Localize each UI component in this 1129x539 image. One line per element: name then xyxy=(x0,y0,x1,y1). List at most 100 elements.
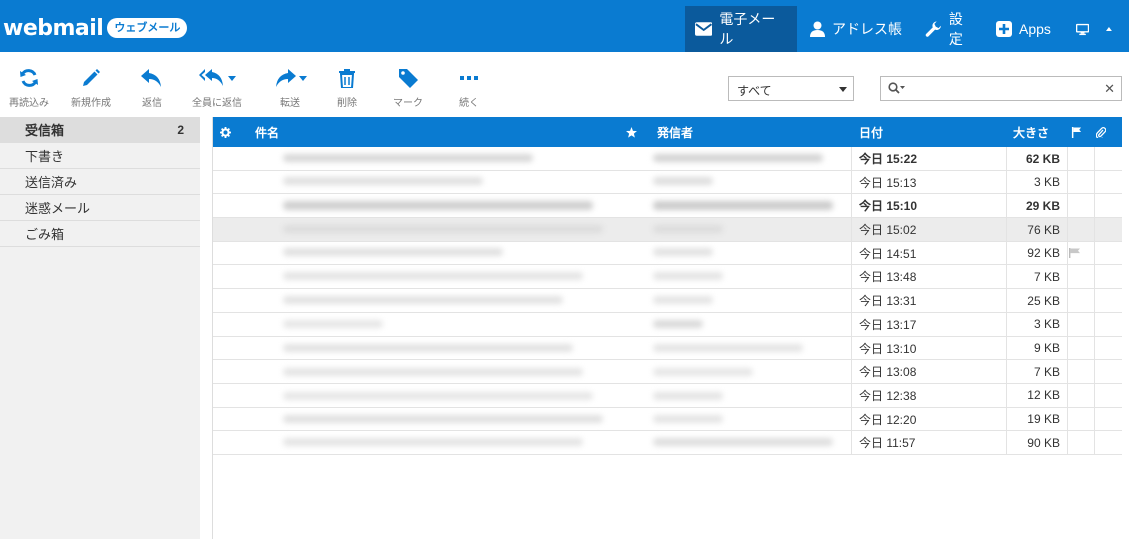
message-date: 今日 15:22 xyxy=(859,152,918,166)
message-size: 7 KB xyxy=(1033,269,1060,284)
forward-icon xyxy=(275,69,296,87)
layout-toggle[interactable] xyxy=(1066,6,1129,52)
column-divider xyxy=(1094,431,1095,455)
person-icon xyxy=(810,21,825,37)
column-divider xyxy=(1067,431,1068,455)
chevron-down-icon xyxy=(839,87,847,92)
delete-button[interactable]: 削除 xyxy=(336,67,358,111)
list-options-gear-icon[interactable] xyxy=(220,117,231,147)
caret-up-icon xyxy=(1106,27,1112,31)
column-from[interactable]: 発信者 xyxy=(657,117,693,147)
folder-inbox[interactable]: 受信箱 2 xyxy=(0,117,200,143)
ellipsis-icon xyxy=(460,76,478,80)
nav-address-book[interactable]: アドレス帳 xyxy=(800,6,912,52)
column-attachment-icon[interactable] xyxy=(1096,117,1106,147)
mark-label: マーク xyxy=(393,98,423,109)
column-divider xyxy=(851,431,852,455)
column-date[interactable]: 日付 xyxy=(859,117,883,147)
delete-label: 削除 xyxy=(337,98,357,109)
message-size: 76 KB xyxy=(1027,222,1060,237)
message-size: 62 KB xyxy=(1025,151,1060,166)
column-divider xyxy=(1067,265,1068,289)
pencil-icon xyxy=(83,69,100,86)
message-date: 今日 15:10 xyxy=(859,199,918,214)
message-date: 今日 13:17 xyxy=(859,317,917,332)
column-divider xyxy=(1006,407,1007,431)
reply-label: 返信 xyxy=(142,98,162,109)
chevron-down-icon xyxy=(227,75,236,81)
reply-all-label: 全員に返信 xyxy=(192,98,242,109)
folder-drafts[interactable]: 下書き xyxy=(0,143,200,169)
folder-label: 迷惑メール xyxy=(25,201,91,216)
message-date: 今日 12:38 xyxy=(859,388,917,403)
column-divider xyxy=(1094,383,1095,407)
column-divider xyxy=(1094,194,1095,218)
column-divider xyxy=(1094,336,1095,360)
search-input[interactable]: ✕ xyxy=(880,76,1122,101)
column-divider xyxy=(1006,147,1007,170)
flag-icon[interactable] xyxy=(1069,242,1081,265)
column-divider xyxy=(1006,289,1007,313)
plus-square-icon xyxy=(996,21,1012,37)
logo-text: webmail xyxy=(3,15,104,41)
refresh-button[interactable]: 再読込み xyxy=(9,67,49,111)
folder-trash[interactable]: ごみ箱 xyxy=(0,221,200,247)
mark-button[interactable]: マーク xyxy=(392,67,424,111)
column-divider xyxy=(1006,383,1007,407)
column-flag-icon[interactable] xyxy=(1071,117,1082,147)
folder-sent[interactable]: 送信済み xyxy=(0,169,200,195)
more-label: 続く xyxy=(459,98,479,109)
column-divider xyxy=(1006,312,1007,336)
compose-button[interactable]: 新規作成 xyxy=(69,67,113,111)
column-size[interactable]: 大きさ xyxy=(1013,117,1049,147)
app-header: webmail ウェブメール 電子メール アドレス帳 設定 Apps xyxy=(0,0,1129,52)
message-size: 92 KB xyxy=(1027,246,1060,261)
folder-junk[interactable]: 迷惑メール xyxy=(0,195,200,221)
message-size: 25 KB xyxy=(1027,293,1060,308)
more-button[interactable]: 続く xyxy=(458,67,480,111)
column-divider xyxy=(1006,265,1007,289)
tag-icon xyxy=(398,68,418,88)
column-divider xyxy=(1067,241,1068,265)
reply-all-button[interactable]: 全員に返信 xyxy=(190,67,244,111)
message-date: 今日 14:51 xyxy=(859,246,917,261)
reply-button[interactable]: 返信 xyxy=(138,67,166,111)
message-date: 今日 13:08 xyxy=(859,365,917,380)
clear-search-icon[interactable]: ✕ xyxy=(1104,81,1115,97)
column-divider xyxy=(1094,241,1095,265)
column-divider xyxy=(1067,170,1068,194)
folder-list: 受信箱 2 下書き 送信済み 迷惑メール ごみ箱 xyxy=(0,117,200,539)
filter-select[interactable]: すべて xyxy=(728,76,854,101)
nav-apps[interactable]: Apps xyxy=(986,6,1061,52)
message-date: 今日 13:48 xyxy=(859,270,917,285)
column-divider xyxy=(851,407,852,431)
column-divider xyxy=(1006,170,1007,194)
column-divider xyxy=(1094,312,1095,336)
search-icon[interactable] xyxy=(888,82,906,94)
logo[interactable]: webmail ウェブメール xyxy=(3,15,188,41)
nav-settings[interactable]: 設定 xyxy=(915,6,985,52)
folder-label: ごみ箱 xyxy=(25,227,65,242)
column-divider xyxy=(851,289,852,313)
message-date: 今日 15:02 xyxy=(859,223,917,238)
column-divider xyxy=(1094,265,1095,289)
message-list-header: 件名 発信者 日付 大きさ xyxy=(213,117,1122,147)
column-divider xyxy=(1067,218,1068,242)
column-divider xyxy=(1006,431,1007,455)
forward-button[interactable]: 転送 xyxy=(270,67,310,111)
column-subject[interactable]: 件名 xyxy=(255,117,279,147)
message-size: 29 KB xyxy=(1025,198,1060,213)
column-divider xyxy=(1067,289,1068,313)
logo-badge: ウェブメール xyxy=(107,18,188,38)
nav-mail[interactable]: 電子メール xyxy=(685,6,797,52)
nav-apps-label: Apps xyxy=(1019,21,1051,37)
folder-label: 受信箱 xyxy=(25,123,65,138)
column-divider xyxy=(851,194,852,218)
reply-all-icon xyxy=(198,69,223,86)
refresh-icon xyxy=(20,69,38,87)
column-divider xyxy=(1094,147,1095,170)
envelope-icon xyxy=(695,22,713,36)
column-divider xyxy=(1094,360,1095,384)
column-star-icon[interactable] xyxy=(626,117,637,147)
nav-address-book-label: アドレス帳 xyxy=(832,21,902,37)
